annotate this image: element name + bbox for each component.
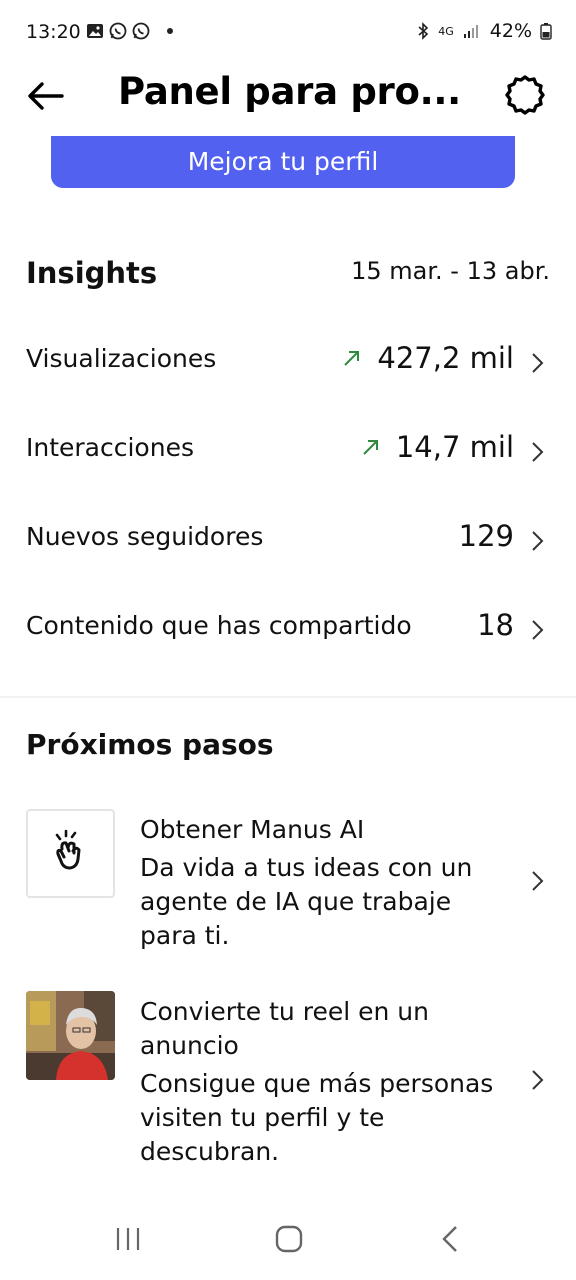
metric-value: 427,2 mil: [377, 341, 514, 375]
metric-value: 14,7 mil: [395, 430, 514, 464]
metric-row-shared-content[interactable]: Contenido que has compartido 18: [0, 595, 576, 665]
metric-label: Interacciones: [26, 433, 194, 462]
chevron-right-icon: [532, 531, 544, 551]
metric-value: 129: [458, 519, 514, 553]
gallery-icon: [87, 24, 103, 38]
next-step-title: Obtener Manus AI: [140, 815, 365, 844]
network-type: 4G: [438, 24, 454, 38]
reel-photo-thumbnail: [26, 991, 115, 1080]
notification-icons: [86, 22, 173, 40]
next-steps-title: Próximos pasos: [26, 728, 274, 761]
signal-icon: [463, 25, 478, 38]
recent-apps-icon[interactable]: [114, 1224, 142, 1254]
battery-icon: [540, 23, 552, 40]
metric-label: Contenido que has compartido: [26, 611, 412, 640]
next-step-description: Consigue que más personas visiten tu per…: [140, 1069, 494, 1166]
metric-row-views[interactable]: Visualizaciones 427,2 mil: [0, 328, 576, 398]
next-step-title: Convierte tu reel en un anuncio: [140, 997, 429, 1060]
more-notifications-dot: [167, 28, 173, 34]
metric-value: 18: [477, 608, 514, 642]
whatsapp-icon: [109, 22, 127, 40]
screen: 13:20 4G 42% Panel para pro... Mejora tu…: [0, 0, 576, 1280]
battery-percent: 42%: [489, 20, 532, 42]
metric-row-interactions[interactable]: Interacciones 14,7 mil: [0, 417, 576, 487]
improve-profile-button[interactable]: Mejora tu perfil: [51, 136, 515, 188]
trend-up-icon: [344, 351, 359, 366]
status-bar: 13:20 4G 42%: [0, 0, 576, 64]
home-icon[interactable]: [274, 1224, 304, 1254]
metric-label: Nuevos seguidores: [26, 522, 264, 551]
manus-hand-icon: [26, 809, 115, 898]
arrow-left-icon[interactable]: [22, 76, 68, 116]
nav-back-icon[interactable]: [438, 1224, 462, 1254]
chevron-right-icon: [532, 871, 544, 891]
gear-icon[interactable]: [502, 72, 548, 118]
trend-up-icon: [363, 440, 378, 455]
insights-title: Insights: [26, 256, 158, 290]
metric-label: Visualizaciones: [26, 344, 217, 373]
next-step-item[interactable]: Convierte tu reel en un anuncio Consigue…: [0, 990, 576, 1170]
system-nav-bar: [0, 1200, 576, 1280]
section-divider: [0, 696, 576, 698]
status-right: 4G 42%: [416, 20, 552, 42]
whatsapp-icon: [132, 22, 150, 40]
insights-date-range[interactable]: 15 mar. - 13 abr.: [351, 257, 550, 285]
next-step-item[interactable]: Obtener Manus AI Da vida a tus ideas con…: [0, 808, 576, 958]
chevron-right-icon: [532, 1070, 544, 1090]
chevron-right-icon: [532, 442, 544, 462]
app-header: Panel para pro...: [0, 64, 576, 128]
chevron-right-icon: [532, 353, 544, 373]
next-step-description: Da vida a tus ideas con un agente de IA …: [140, 853, 473, 950]
page-title: Panel para pro...: [118, 70, 461, 113]
bluetooth-icon: [418, 22, 429, 40]
chevron-right-icon: [532, 620, 544, 640]
status-time: 13:20: [26, 21, 81, 43]
metric-row-new-followers[interactable]: Nuevos seguidores 129: [0, 506, 576, 576]
